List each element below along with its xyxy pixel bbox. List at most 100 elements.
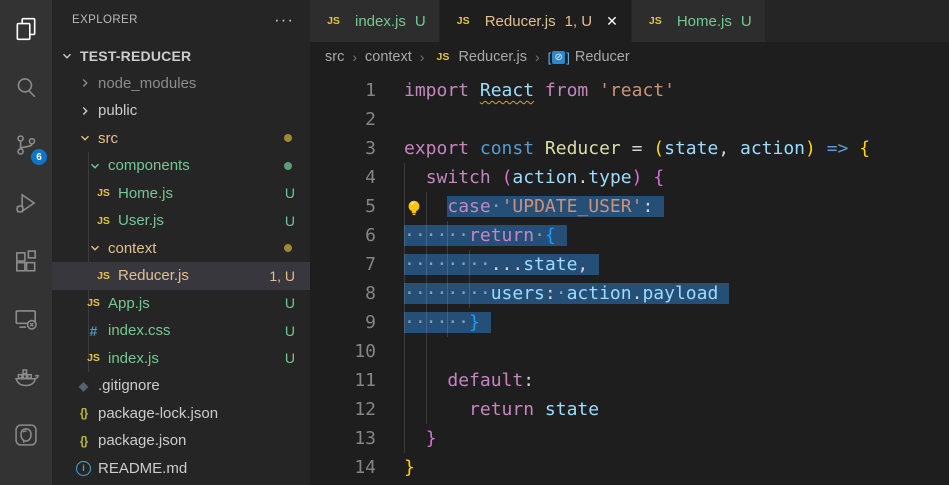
tab-dirty-badge: U bbox=[414, 12, 426, 30]
sidebar-item-index-js[interactable]: JS index.js U bbox=[52, 345, 310, 373]
chevron-down-icon bbox=[58, 49, 76, 63]
code-line[interactable]: return state bbox=[404, 395, 949, 424]
breadcrumb-separator: › bbox=[419, 49, 425, 65]
tab-home-js[interactable]: JS Home.js U bbox=[631, 0, 766, 42]
breadcrumb-item-reducer-js[interactable]: JS Reducer.js bbox=[432, 49, 527, 65]
file-label: context bbox=[108, 239, 157, 257]
breadcrumb-label: src bbox=[325, 49, 345, 65]
js-file-icon: JS bbox=[87, 297, 100, 310]
file-label: Reducer.js bbox=[118, 267, 189, 285]
editor-group: JS index.js U JS Reducer.js 1, U ✕ JS Home.js U s… bbox=[310, 0, 949, 485]
code-line[interactable] bbox=[404, 105, 949, 134]
explorer-sidebar: EXPLORER ··· TEST-REDUCER node_modulespub… bbox=[52, 0, 310, 485]
sidebar-item-context[interactable]: context bbox=[52, 235, 310, 263]
git-file-icon: ◆ bbox=[78, 378, 89, 393]
source-control-icon[interactable]: 6 bbox=[0, 116, 52, 174]
code-line[interactable]: export const Reducer = (state, action) =… bbox=[404, 134, 949, 163]
file-label: index.css bbox=[108, 322, 171, 340]
close-icon[interactable]: ✕ bbox=[606, 13, 618, 30]
code-line[interactable]: import React from 'react' bbox=[404, 76, 949, 105]
git-status-badge: U bbox=[284, 295, 295, 312]
tab-reducer-js[interactable]: JS Reducer.js 1, U ✕ bbox=[439, 0, 632, 42]
file-tree: TEST-REDUCER node_modulespublic src compone… bbox=[52, 42, 310, 482]
sidebar-item-src[interactable]: src bbox=[52, 125, 310, 153]
code-content[interactable]: import React from 'react' export const Re… bbox=[404, 76, 949, 485]
file-label: TEST-REDUCER bbox=[80, 47, 192, 64]
git-status-badge: 1, U bbox=[269, 267, 295, 284]
file-label: node_modules bbox=[98, 74, 197, 92]
sidebar-item-reducer-js[interactable]: JS Reducer.js 1, U bbox=[52, 262, 310, 290]
sidebar-item-gitignore[interactable]: ◆ .gitignore bbox=[52, 372, 310, 400]
chevron-down-icon bbox=[76, 131, 94, 145]
modified-children-dot bbox=[284, 161, 292, 170]
sidebar-item-public[interactable]: public bbox=[52, 97, 310, 125]
tab-label: Home.js bbox=[676, 12, 732, 30]
source-control-badge: 6 bbox=[31, 149, 47, 165]
explorer-more-actions-icon[interactable]: ··· bbox=[274, 11, 294, 28]
file-label: User.js bbox=[118, 212, 164, 230]
chevron-right-icon bbox=[76, 104, 94, 118]
quick-fix-lightbulb-icon[interactable] bbox=[405, 197, 423, 226]
explorer-title: EXPLORER bbox=[72, 14, 138, 26]
code-line[interactable] bbox=[404, 337, 949, 366]
code-line[interactable]: } bbox=[404, 453, 949, 482]
sidebar-item-package-json[interactable]: {} package.json bbox=[52, 427, 310, 455]
extensions-icon[interactable] bbox=[0, 232, 52, 290]
js-file-icon: JS bbox=[648, 15, 662, 27]
file-label: public bbox=[98, 102, 138, 120]
indent-guide bbox=[425, 192, 427, 424]
sidebar-item-user-js[interactable]: JS User.js U bbox=[52, 207, 310, 235]
run-and-debug-icon[interactable] bbox=[0, 174, 52, 232]
css-file-icon: # bbox=[89, 322, 98, 339]
modified-children-dot bbox=[284, 134, 292, 143]
tab-index-js[interactable]: JS index.js U bbox=[310, 0, 440, 42]
breadcrumb-item-reducer[interactable]: [⊘] Reducer bbox=[548, 49, 630, 65]
json-file-icon: {} bbox=[79, 406, 88, 421]
sidebar-item-components[interactable]: components bbox=[52, 152, 310, 180]
line-number: 9 bbox=[365, 312, 376, 333]
sidebar-item-node-modules[interactable]: node_modules bbox=[52, 70, 310, 98]
indent-guide bbox=[469, 250, 471, 308]
code-line[interactable]: ······} bbox=[404, 308, 949, 337]
js-file-icon: JS bbox=[97, 214, 110, 227]
code-line[interactable]: case·'UPDATE_USER': bbox=[404, 192, 949, 221]
code-line[interactable]: } bbox=[404, 424, 949, 453]
line-number: 14 bbox=[354, 457, 376, 478]
line-number: 10 bbox=[354, 341, 376, 362]
sidebar-item-home-js[interactable]: JS Home.js U bbox=[52, 180, 310, 208]
line-number: 2 bbox=[365, 109, 376, 130]
search-icon[interactable] bbox=[0, 58, 52, 116]
sidebar-item-test-reducer[interactable]: TEST-REDUCER bbox=[52, 42, 310, 70]
code-line[interactable]: ········users:·action.payload bbox=[404, 279, 949, 308]
js-file-icon: JS bbox=[87, 352, 100, 365]
file-label: Home.js bbox=[118, 184, 174, 202]
git-status-badge: U bbox=[284, 322, 295, 339]
tab-label: Reducer.js bbox=[484, 12, 556, 30]
sidebar-item-readme-md[interactable]: i README.md bbox=[52, 455, 310, 483]
tab-dirty-badge: 1, U bbox=[564, 12, 593, 30]
git-status-badge: U bbox=[284, 350, 295, 367]
file-label: index.js bbox=[108, 349, 159, 367]
sidebar-item-package-lock-json[interactable]: {} package-lock.json bbox=[52, 400, 310, 428]
code-line[interactable]: switch (action.type) { bbox=[404, 163, 949, 192]
explorer-header: EXPLORER ··· bbox=[52, 0, 310, 40]
line-number: 7 bbox=[365, 254, 376, 275]
code-line[interactable]: default: bbox=[404, 366, 949, 395]
breadcrumb-label: Reducer bbox=[574, 49, 630, 65]
sidebar-item-app-js[interactable]: JS App.js U bbox=[52, 290, 310, 318]
breadcrumb-item-context[interactable]: context bbox=[365, 49, 412, 65]
breadcrumb-item-src[interactable]: src bbox=[325, 49, 344, 65]
line-number-gutter: 123456789101112131415 bbox=[310, 76, 376, 485]
code-line[interactable]: ········...state, bbox=[404, 250, 949, 279]
breadcrumb-separator: › bbox=[352, 49, 358, 65]
remote-explorer-icon[interactable] bbox=[0, 290, 52, 348]
sidebar-item-index-css[interactable]: # index.css U bbox=[52, 317, 310, 345]
chevron-right-icon bbox=[76, 76, 94, 90]
code-editor[interactable]: 123456789101112131415 import React from … bbox=[310, 72, 949, 485]
docker-icon[interactable] bbox=[0, 348, 52, 406]
code-line[interactable]: ······return·{ bbox=[404, 221, 949, 250]
postgresql-icon[interactable] bbox=[0, 406, 52, 464]
explorer-icon[interactable] bbox=[0, 0, 52, 58]
file-label: package.json bbox=[98, 432, 187, 450]
indent-guide bbox=[447, 221, 449, 337]
